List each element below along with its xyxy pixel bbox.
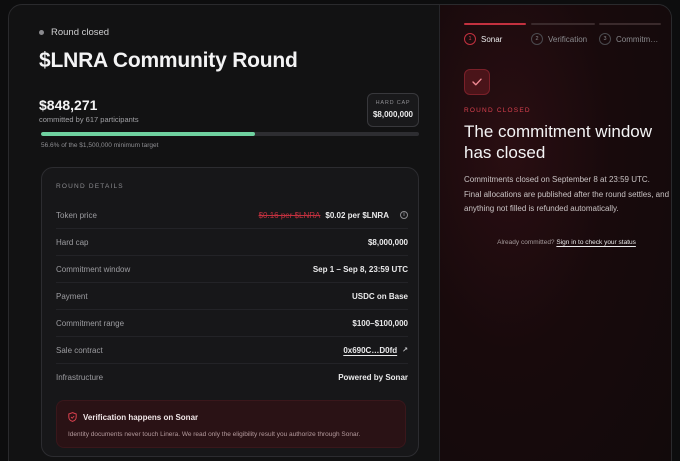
detail-label: Commitment window	[56, 264, 131, 274]
detail-row-payment: Payment USDC on Base	[56, 283, 408, 310]
detail-label: Infrastructure	[56, 373, 104, 382]
participants-count: committed by 617 participants	[39, 115, 139, 124]
closed-check-badge	[464, 69, 490, 95]
detail-value: $100–$100,000	[352, 318, 408, 328]
progress-note: 56.6% of the $1,500,000 minimum target	[41, 142, 159, 149]
step-commitment[interactable]: 3 Commitm…	[599, 33, 658, 45]
detail-row-window: Commitment window Sep 1 – Sep 8, 23:59 U…	[56, 256, 408, 283]
sign-in-link[interactable]: Sign in to check your status	[556, 239, 636, 246]
step-label: Sonar	[481, 34, 503, 44]
step-bar-2	[531, 23, 595, 25]
hard-cap-label: HARD CAP	[375, 100, 411, 106]
footer-prefix: Already committed?	[497, 239, 555, 246]
progress-fill	[41, 132, 255, 136]
step-number: 2	[531, 33, 543, 45]
contract-link[interactable]: 0x690C…D0fd ↗	[343, 346, 408, 355]
verification-title-text: Verification happens on Sonar	[83, 412, 199, 422]
round-closed-title: The commitment window has closed	[464, 122, 653, 162]
detail-value: Powered by Sonar	[338, 373, 408, 382]
shield-icon	[68, 412, 77, 422]
hard-cap-card: HARD CAP $8,000,000	[367, 93, 419, 127]
verification-title: Verification happens on Sonar	[68, 412, 198, 422]
status-dot	[39, 30, 44, 35]
committed-amount: $848,271	[39, 97, 98, 113]
status-badge: Round closed	[39, 27, 109, 38]
hard-cap-value: $8,000,000	[372, 110, 414, 119]
new-price: $0.02 per $LNRA	[325, 210, 389, 220]
round-closed-label: ROUND CLOSED	[464, 107, 531, 114]
detail-row-contract: Sale contract 0x690C…D0fd ↗	[56, 337, 408, 364]
verification-description: Identity documents never touch Linera. W…	[68, 431, 361, 438]
step-label: Verification	[548, 34, 588, 44]
check-icon	[472, 78, 482, 86]
round-info-panel: Round closed $LNRA Community Round $848,…	[9, 5, 439, 461]
step-bar-3	[599, 23, 661, 25]
round-details-card: ROUND DETAILS Token price $0.16 per $LNR…	[41, 167, 419, 457]
contract-address[interactable]: 0x690C…D0fd	[343, 346, 397, 355]
step-bar-1	[464, 23, 526, 25]
detail-label: Commitment range	[56, 318, 125, 328]
detail-value: USDC on Base	[351, 291, 408, 301]
status-text: Round closed	[51, 27, 110, 38]
detail-value: Sep 1 – Sep 8, 23:59 UTC	[312, 264, 408, 274]
detail-row-infra: Infrastructure Powered by Sonar	[56, 364, 408, 391]
status-check-footer: Already committed? Sign in to check your…	[464, 239, 669, 246]
external-link-icon[interactable]: ↗	[402, 346, 408, 354]
detail-row-range: Commitment range $100–$100,000	[56, 310, 408, 337]
detail-label: Sale contract	[56, 345, 103, 355]
step-number: 1	[464, 33, 476, 45]
details-list: Token price $0.16 per $LNRA $0.02 per $L…	[56, 202, 408, 391]
round-closed-body: Commitments closed on September 8 at 23:…	[464, 175, 670, 213]
step-label: Commitm…	[616, 34, 659, 44]
detail-row-hard-cap: Hard cap $8,000,000	[56, 229, 408, 256]
detail-label: Token price	[56, 210, 97, 220]
round-details-header: ROUND DETAILS	[56, 183, 124, 190]
detail-label: Hard cap	[56, 237, 89, 247]
detail-row-token-price: Token price $0.16 per $LNRA $0.02 per $L…	[56, 202, 408, 229]
step-sonar[interactable]: 1 Sonar	[464, 33, 502, 45]
step-number: 3	[599, 33, 611, 45]
step-verification[interactable]: 2 Verification	[531, 33, 587, 45]
info-icon[interactable]: i	[400, 211, 408, 219]
page-title: $LNRA Community Round	[39, 49, 298, 72]
detail-value: $8,000,000	[367, 237, 408, 247]
verification-notice: Verification happens on Sonar Identity d…	[56, 400, 406, 448]
progress-bar	[41, 132, 419, 136]
app-window: Round closed $LNRA Community Round $848,…	[8, 4, 672, 461]
round-closed-panel: 1 Sonar 2 Verification 3 Commitm… ROUND …	[440, 5, 671, 461]
detail-label: Payment	[56, 291, 88, 301]
detail-value: $0.16 per $LNRA $0.02 per $LNRA i	[259, 211, 408, 220]
old-price: $0.16 per $LNRA	[258, 210, 321, 220]
